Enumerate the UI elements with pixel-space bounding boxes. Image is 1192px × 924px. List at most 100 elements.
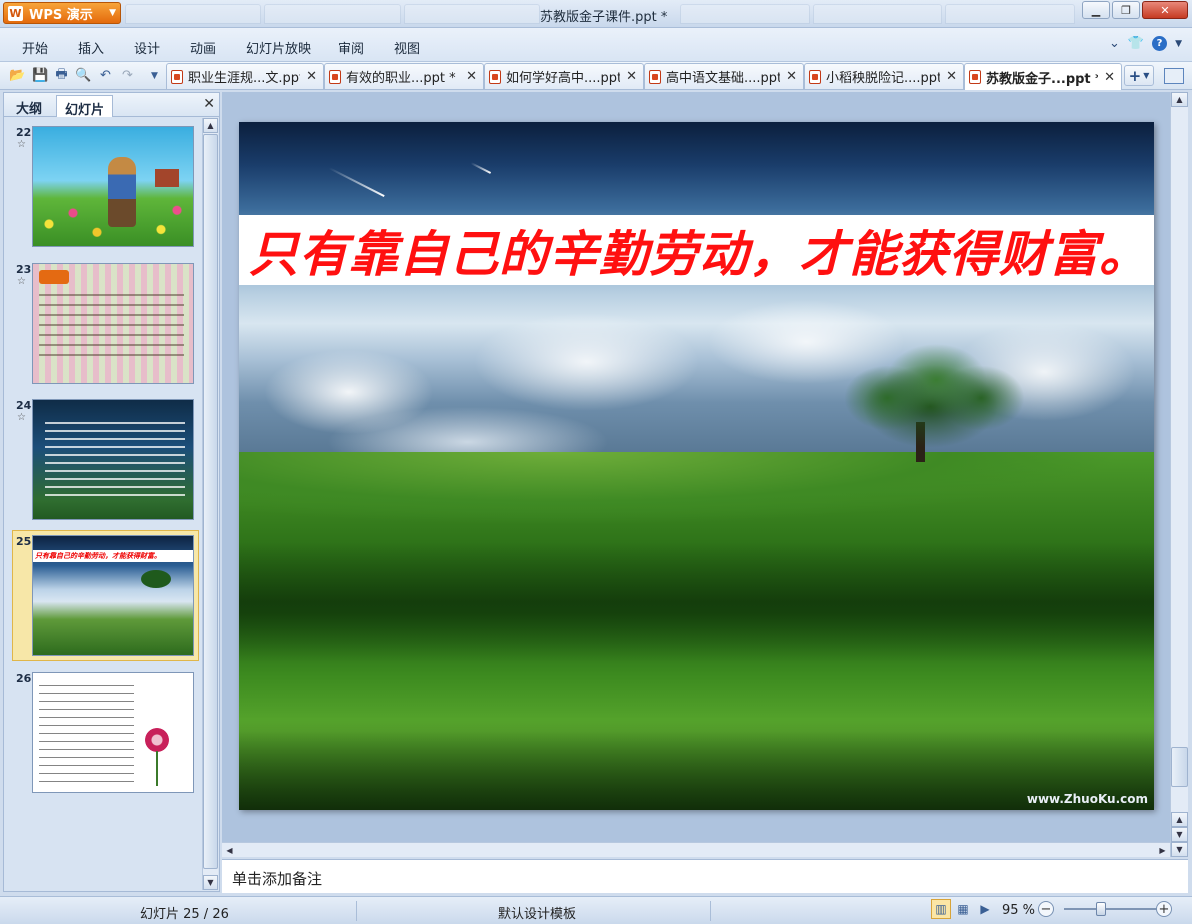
slide-thumbnail[interactable] [32, 672, 194, 793]
thumbnails-scrollbar[interactable]: ▲ ▼ [202, 118, 218, 890]
scroll-left-icon[interactable]: ◀ [222, 843, 237, 857]
house-image [155, 169, 179, 187]
doc-tab-label: 如何学好高中....ppt * [506, 71, 621, 86]
zoom-in-button[interactable]: + [1156, 901, 1172, 917]
close-tab-icon[interactable]: ✕ [306, 69, 317, 84]
doc-tab-label: 职业生涯规...文.ppt [188, 71, 301, 86]
tab-outline[interactable]: 大纲 [8, 95, 50, 117]
workspace-vertical-scrollbar[interactable]: ▲ ▲ ▼ ▼ [1170, 92, 1188, 857]
menu-animation[interactable]: 动画 [190, 38, 216, 57]
close-tab-icon[interactable]: ✕ [946, 69, 957, 84]
zoom-out-button[interactable]: − [1038, 901, 1054, 917]
menu-review[interactable]: 审阅 [338, 38, 364, 57]
slideshow-view-icon[interactable]: ▶ [975, 899, 995, 919]
open-folder-icon[interactable]: 📂 [9, 67, 26, 84]
slide-number: 26 [16, 672, 32, 685]
close-tab-icon[interactable]: ✕ [466, 69, 477, 84]
flower-stem-image [156, 751, 158, 786]
help-icon[interactable]: ? [1152, 36, 1168, 51]
close-tab-icon[interactable]: ✕ [626, 69, 637, 84]
ghost-tab [812, 4, 943, 24]
scroll-thumb[interactable] [1171, 747, 1188, 787]
ppt-file-icon [489, 69, 501, 84]
wps-app-menu-button[interactable]: W WPS 演示 ▼ [3, 2, 121, 24]
scroll-down-icon[interactable]: ▼ [1171, 842, 1188, 857]
close-button[interactable]: ✕ [1142, 1, 1188, 19]
doc-tab-5[interactable]: 小稻秧脱险记....ppt * ✕ [804, 63, 964, 89]
restore-button[interactable]: ❐ [1112, 1, 1140, 19]
customize-toolbar-icon[interactable]: ▼ [146, 67, 163, 84]
slide-thumbnails: 22 ☆ 23 ☆ 24 ☆ 25 只有靠自己的辛勤劳动，才能获得财富。 26 [4, 118, 201, 890]
print-preview-icon[interactable]: 🔍 [75, 67, 92, 84]
slide-sorter-view-icon[interactable]: ▦ [953, 899, 973, 919]
menu-view[interactable]: 视图 [394, 38, 420, 57]
grass-shadow [239, 542, 1154, 662]
close-panel-icon[interactable]: ✕ [203, 96, 215, 112]
zoom-slider-track[interactable] [1064, 908, 1158, 910]
title-textbox[interactable]: 只有靠自己的辛勤劳动，才能获得财富。 [239, 215, 1154, 285]
animation-star-icon: ☆ [17, 139, 26, 150]
doc-tab-label: 苏教版金子...ppt * [986, 71, 1099, 87]
menu-home[interactable]: 开始 [22, 38, 48, 57]
ghost-tab [680, 4, 810, 24]
slide-thumbnail[interactable] [32, 126, 194, 247]
animation-star-icon: ☆ [17, 276, 26, 287]
menu-slideshow[interactable]: 幻灯片放映 [246, 38, 311, 57]
ppt-file-icon [969, 70, 981, 84]
doc-tab-2[interactable]: 有效的职业...ppt * ✕ [324, 63, 484, 89]
workspace-horizontal-scrollbar[interactable]: ◀ ▶ [222, 842, 1170, 857]
previous-slide-icon[interactable]: ▲ [1171, 812, 1188, 827]
redo-icon[interactable]: ↷ [119, 67, 136, 84]
save-icon[interactable]: 💾 [32, 67, 49, 84]
close-tab-icon[interactable]: ✕ [1104, 70, 1115, 85]
window-layout-icon[interactable] [1164, 68, 1184, 84]
menu-design[interactable]: 设计 [134, 38, 160, 57]
doc-tab-3[interactable]: 如何学好高中....ppt * ✕ [484, 63, 644, 89]
help-dropdown-icon[interactable]: ▼ [1175, 39, 1182, 49]
ppt-file-icon [171, 69, 183, 84]
slide-thumbnail[interactable] [32, 263, 194, 384]
ppt-file-icon [649, 69, 661, 84]
dropdown-arrow-icon: ▼ [109, 8, 116, 18]
collapse-ribbon-icon[interactable]: ⌄ [1109, 36, 1120, 51]
menu-insert[interactable]: 插入 [78, 38, 104, 57]
current-slide[interactable]: 只有靠自己的辛勤劳动，才能获得财富。 www.ZhuoKu.com [239, 122, 1154, 810]
farmer-image [108, 157, 136, 227]
close-tab-icon[interactable]: ✕ [786, 69, 797, 84]
background-window-tabs [125, 4, 540, 24]
notes-pane[interactable]: 单击添加备注 [222, 859, 1188, 893]
zoom-slider-handle[interactable] [1096, 902, 1106, 916]
normal-view-icon[interactable]: ▥ [931, 899, 951, 919]
tab-slides[interactable]: 幻灯片 [56, 95, 114, 118]
doc-tab-4[interactable]: 高中语文基础....ppt * ✕ [644, 63, 804, 89]
status-bar: 幻灯片 25 / 26 默认设计模板 ▥ ▦ ▶ 95 % − + [0, 896, 1192, 924]
slide-text-lines [39, 294, 184, 364]
doc-tab-6-active[interactable]: 苏教版金子...ppt * ✕ [964, 63, 1122, 90]
slide-thumbnail[interactable]: 只有靠自己的辛勤劳动，才能获得财富。 [32, 535, 194, 656]
doc-tab-label: 高中语文基础....ppt * [666, 71, 781, 86]
slide-thumbnail[interactable] [32, 399, 194, 520]
doc-tab-1[interactable]: 职业生涯规...文.ppt ✕ [166, 63, 324, 89]
skin-shirt-icon[interactable]: 👕 [1128, 36, 1144, 51]
next-slide-icon[interactable]: ▼ [1171, 827, 1188, 842]
scroll-thumb[interactable] [203, 134, 218, 869]
undo-icon[interactable]: ↶ [97, 67, 114, 84]
app-name: WPS 演示 [29, 7, 93, 23]
scroll-right-icon[interactable]: ▶ [1155, 843, 1170, 857]
status-divider [710, 901, 711, 921]
ghost-tab [945, 4, 1076, 24]
slide-number: 24 [16, 399, 32, 412]
print-icon[interactable]: 🖶 [53, 67, 70, 84]
window-title: 苏教版金子课件.ppt * [540, 10, 668, 25]
scroll-up-icon[interactable]: ▲ [203, 118, 218, 133]
ghost-tab [125, 4, 262, 24]
new-tab-button[interactable]: + ▼ [1124, 65, 1154, 86]
scroll-up-icon[interactable]: ▲ [1171, 92, 1188, 107]
slide-text-lines [45, 422, 185, 497]
design-template-name[interactable]: 默认设计模板 [498, 903, 576, 922]
ppt-file-icon [329, 69, 341, 84]
slide-counter: 幻灯片 25 / 26 [140, 907, 229, 922]
minimize-button[interactable]: ▁ [1082, 1, 1110, 19]
scroll-down-icon[interactable]: ▼ [203, 875, 218, 890]
tree-image [141, 570, 171, 588]
